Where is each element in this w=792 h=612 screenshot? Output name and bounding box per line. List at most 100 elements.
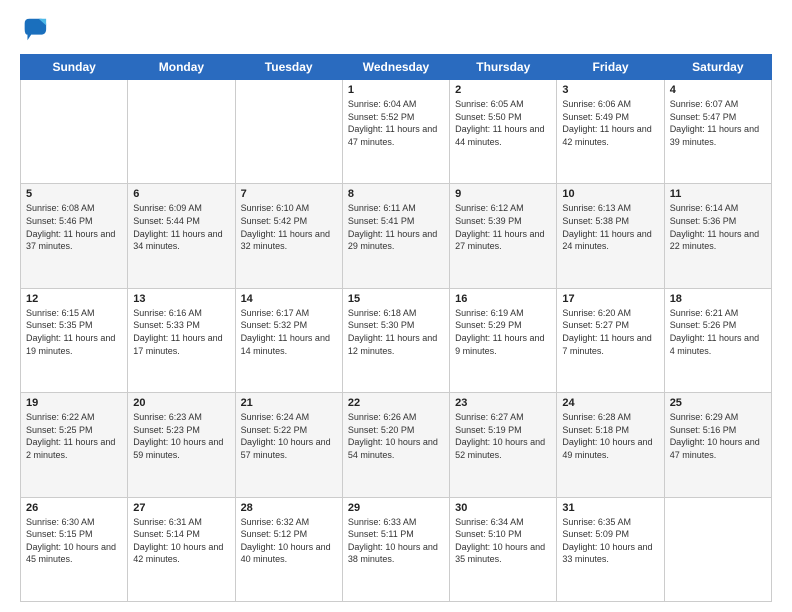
day-content: Sunrise: 6:16 AM Sunset: 5:33 PM Dayligh… xyxy=(133,307,229,357)
day-number: 23 xyxy=(455,397,551,409)
day-content: Sunrise: 6:27 AM Sunset: 5:19 PM Dayligh… xyxy=(455,411,551,461)
day-number: 15 xyxy=(348,293,444,305)
calendar-cell: 5Sunrise: 6:08 AM Sunset: 5:46 PM Daylig… xyxy=(21,184,128,288)
day-number: 14 xyxy=(241,293,337,305)
day-content: Sunrise: 6:22 AM Sunset: 5:25 PM Dayligh… xyxy=(26,411,122,461)
calendar-cell: 4 Sunrise: 6:07 AM Sunset: 5:47 PM Daylig… xyxy=(664,80,771,184)
day-content: Sunrise: 6:21 AM Sunset: 5:26 PM Dayligh… xyxy=(670,307,766,357)
calendar-cell: 29 Sunrise: 6:33 AM Sunset: 5:11 PM Dayli… xyxy=(342,497,449,601)
day-content: Sunrise: 6:05 AM Sunset: 5:50 PM Dayligh… xyxy=(455,98,551,148)
day-number: 30 xyxy=(455,502,551,514)
calendar-cell: 17Sunrise: 6:20 AM Sunset: 5:27 PM Dayli… xyxy=(557,288,664,392)
day-number: 29 xyxy=(348,502,444,514)
day-content: Sunrise: 6:11 AM Sunset: 5:41 PM Dayligh… xyxy=(348,202,444,252)
day-header-sunday: Sunday xyxy=(21,55,128,80)
calendar-cell: 26 Sunrise: 6:30 AM Sunset: 5:15 PM Dayli… xyxy=(21,497,128,601)
day-header-wednesday: Wednesday xyxy=(342,55,449,80)
day-content: Sunrise: 6:06 AM Sunset: 5:49 PM Dayligh… xyxy=(562,98,658,148)
calendar-cell: 21Sunrise: 6:24 AM Sunset: 5:22 PM Dayli… xyxy=(235,393,342,497)
day-number: 3 xyxy=(562,84,658,96)
day-content: Sunrise: 6:09 AM Sunset: 5:44 PM Dayligh… xyxy=(133,202,229,252)
calendar-cell: 28 Sunrise: 6:32 AM Sunset: 5:12 PM Dayli… xyxy=(235,497,342,601)
day-number: 17 xyxy=(562,293,658,305)
calendar-table: SundayMondayTuesdayWednesdayThursdayFrid… xyxy=(20,54,772,602)
day-header-friday: Friday xyxy=(557,55,664,80)
logo xyxy=(20,16,52,44)
day-number: 9 xyxy=(455,188,551,200)
day-number: 27 xyxy=(133,502,229,514)
day-header-saturday: Saturday xyxy=(664,55,771,80)
calendar-body: 1 Sunrise: 6:04 AM Sunset: 5:52 PM Daylig… xyxy=(21,80,772,602)
calendar-cell: 24 Sunrise: 6:28 AM Sunset: 5:18 PM Dayli… xyxy=(557,393,664,497)
header xyxy=(20,16,772,44)
day-header-monday: Monday xyxy=(128,55,235,80)
calendar-cell xyxy=(235,80,342,184)
day-number: 11 xyxy=(670,188,766,200)
calendar-cell: 27 Sunrise: 6:31 AM Sunset: 5:14 PM Dayli… xyxy=(128,497,235,601)
day-content: Sunrise: 6:14 AM Sunset: 5:36 PM Dayligh… xyxy=(670,202,766,252)
calendar-cell: 30 Sunrise: 6:34 AM Sunset: 5:10 PM Dayli… xyxy=(450,497,557,601)
day-content: Sunrise: 6:28 AM Sunset: 5:18 PM Dayligh… xyxy=(562,411,658,461)
day-content: Sunrise: 6:34 AM Sunset: 5:10 PM Dayligh… xyxy=(455,516,551,566)
day-number: 13 xyxy=(133,293,229,305)
day-number: 22 xyxy=(348,397,444,409)
calendar-week-1: 5Sunrise: 6:08 AM Sunset: 5:46 PM Daylig… xyxy=(21,184,772,288)
day-content: Sunrise: 6:18 AM Sunset: 5:30 PM Dayligh… xyxy=(348,307,444,357)
day-number: 19 xyxy=(26,397,122,409)
day-header-tuesday: Tuesday xyxy=(235,55,342,80)
day-number: 16 xyxy=(455,293,551,305)
calendar-cell: 18 Sunrise: 6:21 AM Sunset: 5:26 PM Dayli… xyxy=(664,288,771,392)
calendar-cell: 16 Sunrise: 6:19 AM Sunset: 5:29 PM Dayli… xyxy=(450,288,557,392)
calendar-cell: 2 Sunrise: 6:05 AM Sunset: 5:50 PM Daylig… xyxy=(450,80,557,184)
day-header-thursday: Thursday xyxy=(450,55,557,80)
calendar-cell xyxy=(128,80,235,184)
day-content: Sunrise: 6:10 AM Sunset: 5:42 PM Dayligh… xyxy=(241,202,337,252)
day-number: 7 xyxy=(241,188,337,200)
day-number: 28 xyxy=(241,502,337,514)
page: SundayMondayTuesdayWednesdayThursdayFrid… xyxy=(0,0,792,612)
day-number: 24 xyxy=(562,397,658,409)
calendar-cell: 12Sunrise: 6:15 AM Sunset: 5:35 PM Dayli… xyxy=(21,288,128,392)
day-number: 25 xyxy=(670,397,766,409)
calendar-cell: 9 Sunrise: 6:12 AM Sunset: 5:39 PM Daylig… xyxy=(450,184,557,288)
day-content: Sunrise: 6:12 AM Sunset: 5:39 PM Dayligh… xyxy=(455,202,551,252)
day-content: Sunrise: 6:32 AM Sunset: 5:12 PM Dayligh… xyxy=(241,516,337,566)
calendar-cell: 11 Sunrise: 6:14 AM Sunset: 5:36 PM Dayli… xyxy=(664,184,771,288)
day-number: 2 xyxy=(455,84,551,96)
calendar-cell: 19 Sunrise: 6:22 AM Sunset: 5:25 PM Dayli… xyxy=(21,393,128,497)
logo-icon xyxy=(20,16,48,44)
calendar-cell: 14 Sunrise: 6:17 AM Sunset: 5:32 PM Dayli… xyxy=(235,288,342,392)
day-content: Sunrise: 6:19 AM Sunset: 5:29 PM Dayligh… xyxy=(455,307,551,357)
calendar-cell: 15 Sunrise: 6:18 AM Sunset: 5:30 PM Dayli… xyxy=(342,288,449,392)
day-content: Sunrise: 6:30 AM Sunset: 5:15 PM Dayligh… xyxy=(26,516,122,566)
calendar-cell: 20 Sunrise: 6:23 AM Sunset: 5:23 PM Dayli… xyxy=(128,393,235,497)
day-content: Sunrise: 6:13 AM Sunset: 5:38 PM Dayligh… xyxy=(562,202,658,252)
calendar-cell xyxy=(664,497,771,601)
day-content: Sunrise: 6:33 AM Sunset: 5:11 PM Dayligh… xyxy=(348,516,444,566)
day-content: Sunrise: 6:07 AM Sunset: 5:47 PM Dayligh… xyxy=(670,98,766,148)
calendar-week-0: 1 Sunrise: 6:04 AM Sunset: 5:52 PM Daylig… xyxy=(21,80,772,184)
calendar-cell: 1 Sunrise: 6:04 AM Sunset: 5:52 PM Daylig… xyxy=(342,80,449,184)
calendar-cell: 7 Sunrise: 6:10 AM Sunset: 5:42 PM Daylig… xyxy=(235,184,342,288)
day-number: 6 xyxy=(133,188,229,200)
calendar-cell: 10Sunrise: 6:13 AM Sunset: 5:38 PM Dayli… xyxy=(557,184,664,288)
calendar-week-3: 19 Sunrise: 6:22 AM Sunset: 5:25 PM Dayli… xyxy=(21,393,772,497)
day-content: Sunrise: 6:31 AM Sunset: 5:14 PM Dayligh… xyxy=(133,516,229,566)
day-number: 20 xyxy=(133,397,229,409)
calendar-header-row: SundayMondayTuesdayWednesdayThursdayFrid… xyxy=(21,55,772,80)
day-number: 26 xyxy=(26,502,122,514)
day-content: Sunrise: 6:08 AM Sunset: 5:46 PM Dayligh… xyxy=(26,202,122,252)
calendar-cell: 13 Sunrise: 6:16 AM Sunset: 5:33 PM Dayli… xyxy=(128,288,235,392)
day-number: 18 xyxy=(670,293,766,305)
calendar-cell: 3 Sunrise: 6:06 AM Sunset: 5:49 PM Daylig… xyxy=(557,80,664,184)
calendar-cell: 8Sunrise: 6:11 AM Sunset: 5:41 PM Daylig… xyxy=(342,184,449,288)
day-number: 31 xyxy=(562,502,658,514)
calendar-cell: 31Sunrise: 6:35 AM Sunset: 5:09 PM Dayli… xyxy=(557,497,664,601)
day-content: Sunrise: 6:04 AM Sunset: 5:52 PM Dayligh… xyxy=(348,98,444,148)
day-content: Sunrise: 6:29 AM Sunset: 5:16 PM Dayligh… xyxy=(670,411,766,461)
day-content: Sunrise: 6:23 AM Sunset: 5:23 PM Dayligh… xyxy=(133,411,229,461)
calendar-week-4: 26 Sunrise: 6:30 AM Sunset: 5:15 PM Dayli… xyxy=(21,497,772,601)
day-content: Sunrise: 6:17 AM Sunset: 5:32 PM Dayligh… xyxy=(241,307,337,357)
day-number: 1 xyxy=(348,84,444,96)
day-number: 4 xyxy=(670,84,766,96)
